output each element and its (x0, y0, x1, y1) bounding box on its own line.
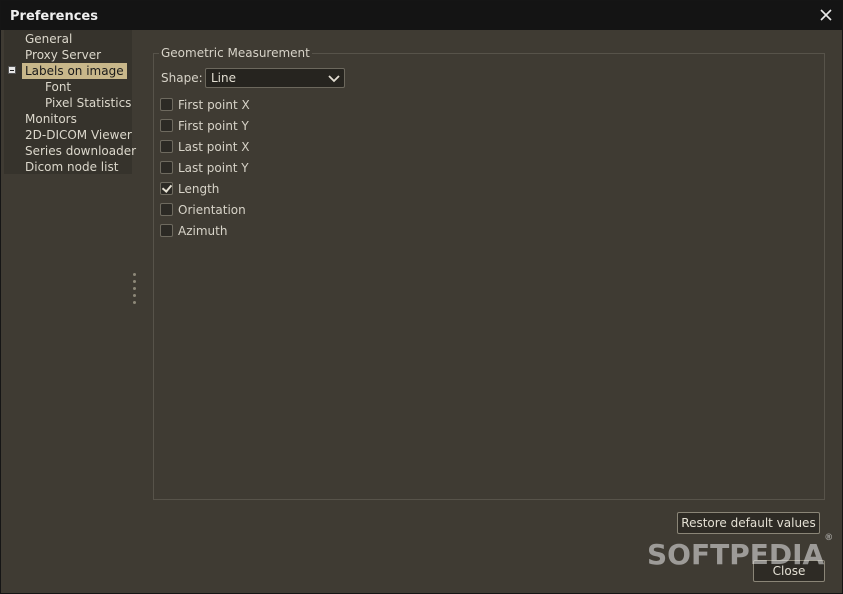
checkbox-box[interactable] (160, 140, 173, 153)
window-title: Preferences (10, 9, 98, 24)
tree-item-2d-dicom-viewer[interactable]: 2D-DICOM Viewer (25, 127, 132, 143)
checkbox-label: Length (178, 182, 220, 196)
group-title: Geometric Measurement (159, 46, 312, 60)
shape-label: Shape: (161, 71, 203, 85)
tree-item-font[interactable]: Font (45, 79, 71, 95)
checkbox-label: Last point Y (178, 161, 249, 175)
checkbox-label: First point Y (178, 119, 249, 133)
checkbox-box-checked[interactable] (160, 182, 173, 195)
close-icon[interactable] (818, 7, 834, 23)
checkbox-box[interactable] (160, 119, 173, 132)
checkbox-label: Azimuth (178, 224, 228, 238)
checkbox-box[interactable] (160, 161, 173, 174)
tree-item-dicom-node-list[interactable]: Dicom node list (25, 159, 118, 175)
checkbox-box[interactable] (160, 203, 173, 216)
tree-item-labels-on-image[interactable]: Labels on image (22, 63, 127, 79)
tree-item-monitors[interactable]: Monitors (25, 111, 77, 127)
chevron-down-icon (328, 73, 340, 87)
shape-select-value: Line (211, 71, 237, 85)
checkbox-label: Last point X (178, 140, 250, 154)
tree-item-general[interactable]: General (25, 31, 72, 47)
title-bar[interactable]: Preferences (1, 1, 842, 30)
checkbox-box[interactable] (160, 98, 173, 111)
tree-item-pixel-statistics[interactable]: Pixel Statistics (45, 95, 131, 111)
checkbox-label: Orientation (178, 203, 246, 217)
tree-item-series-downloader[interactable]: Series downloader (25, 143, 136, 159)
close-button[interactable]: Close (753, 560, 825, 582)
shape-select[interactable]: Line (205, 68, 345, 88)
geometric-measurement-group (153, 53, 825, 500)
collapse-icon[interactable] (8, 66, 16, 74)
tree-item-proxy-server[interactable]: Proxy Server (25, 47, 101, 63)
checkbox-label: First point X (178, 98, 250, 112)
splitter-handle[interactable] (132, 270, 138, 306)
restore-default-values-button[interactable]: Restore default values (677, 512, 820, 534)
checkbox-box[interactable] (160, 224, 173, 237)
preferences-window: Preferences General Proxy Server Labels … (0, 0, 843, 594)
watermark-registered-mark: ® (824, 532, 834, 543)
